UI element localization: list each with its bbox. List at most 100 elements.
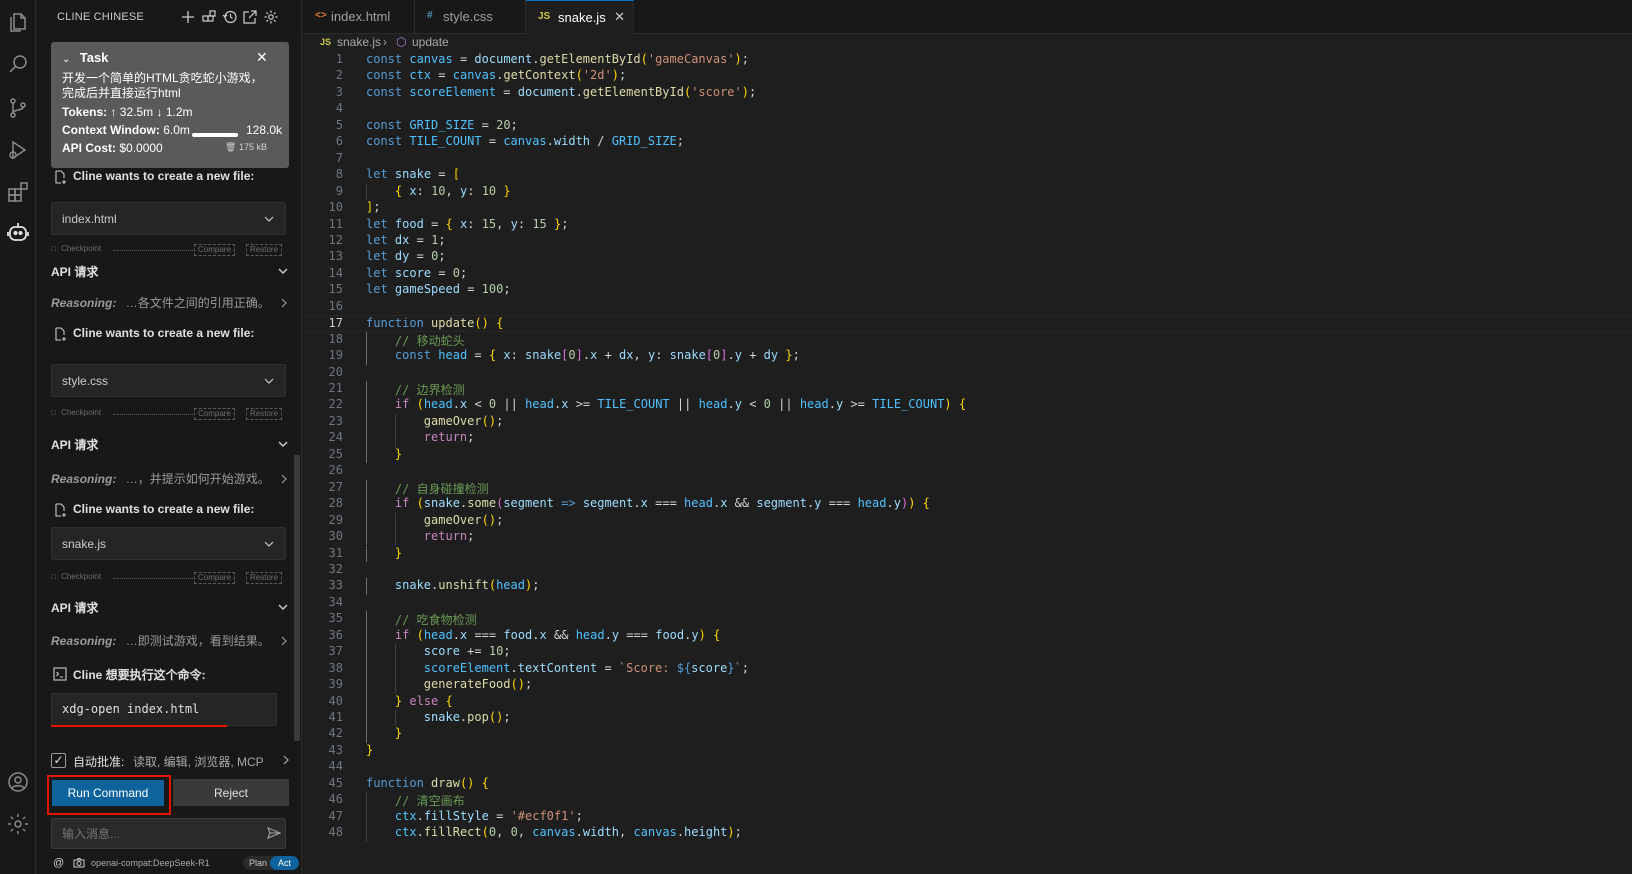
code-line[interactable]: 13 let dy = 0; [303,249,1632,266]
code-line[interactable]: 17 function update() { [303,315,1632,333]
search-icon[interactable] [6,52,30,76]
settings-gear-icon[interactable] [6,812,30,836]
code-line[interactable]: 11 let food = { x: 15, y: 15 }; [303,217,1632,234]
code-line[interactable]: 24 return; [303,430,1632,447]
code-line[interactable]: 15 let gameSpeed = 100; [303,282,1632,299]
api-request-row[interactable]: API 请求 [51,263,289,281]
send-icon[interactable] [266,826,282,840]
restore-button[interactable]: Restore [246,244,283,256]
code-line[interactable]: 23 gameOver(); [303,414,1632,431]
tab-index-html[interactable]: <> index.html [303,0,415,34]
sidebar-scrollbar[interactable] [294,455,300,741]
settings-icon[interactable] [263,9,279,25]
code-line[interactable]: 26 [303,463,1632,480]
code-line[interactable]: 3 const scoreElement = document.getElemen… [303,85,1632,102]
act-option[interactable]: Act [270,856,299,870]
camera-icon[interactable] [73,857,85,869]
code-editor[interactable]: 1 const canvas = document.getElementById(… [303,52,1632,874]
code-line[interactable]: 30 return; [303,529,1632,546]
code-line[interactable]: 38 scoreElement.textContent = `Score: ${… [303,661,1632,678]
chevron-down-icon[interactable]: ⌄ [62,54,70,65]
code-line[interactable]: 6 const TILE_COUNT = canvas.width / GRID_… [303,134,1632,151]
code-line[interactable]: 4 [303,101,1632,118]
account-icon[interactable] [6,770,30,794]
code-line[interactable]: 44 [303,759,1632,776]
code-line[interactable]: 1 const canvas = document.getElementById(… [303,52,1632,69]
restore-button[interactable]: Restore [246,572,283,584]
code-line[interactable]: 12 let dx = 1; [303,233,1632,250]
task-header[interactable]: ⌄ Task [62,50,108,65]
chevron-right-icon[interactable] [279,473,289,484]
code-line[interactable]: 2 const ctx = canvas.getContext('2d'); [303,68,1632,85]
code-line[interactable]: 7 [303,151,1632,168]
code-line[interactable]: 10]; [303,200,1632,217]
tab-snake-js[interactable]: JS snake.js ✕ [526,0,634,34]
file-box-style-css[interactable]: style.css [51,364,286,397]
explorer-icon[interactable] [6,10,30,34]
source-control-icon[interactable] [6,96,30,120]
code-line[interactable]: 19 const head = { x: snake[0].x + dx, y:… [303,348,1632,365]
restore-button[interactable]: Restore [246,408,283,420]
message-input[interactable] [51,818,286,849]
code-line[interactable]: 8 let snake = [ [303,167,1632,184]
trash-icon[interactable]: 🗑 [225,142,236,152]
code-line[interactable]: 18 // 移动蛇头 [303,332,1632,349]
api-request-row[interactable]: API 请求 [51,599,289,617]
chevron-right-icon[interactable] [281,754,291,765]
cline-robot-icon[interactable] [6,220,30,244]
breadcrumb-file[interactable]: snake.js [337,35,381,49]
code-line[interactable]: 28 if (snake.some(segment => segment.x =… [303,496,1632,513]
close-tab-icon[interactable]: ✕ [614,9,625,25]
task-size[interactable]: 🗑 175 kB [225,142,267,153]
code-line[interactable]: 33 snake.unshift(head); [303,578,1632,595]
model-selector[interactable]: openai-compat:DeepSeek-R1 [91,858,210,868]
history-icon[interactable] [222,9,238,25]
chevron-down-icon[interactable] [263,538,275,550]
chevron-right-icon[interactable] [279,635,289,646]
code-line[interactable]: 37 score += 10; [303,644,1632,661]
compare-button[interactable]: Compare [194,408,235,420]
file-box-snake-js[interactable]: snake.js [51,527,286,560]
reasoning-row[interactable]: Reasoning: …，并提示如何开始游戏。 [51,470,289,488]
code-line[interactable]: 40 } else { [303,694,1632,711]
run-debug-icon[interactable] [6,138,30,162]
auto-approve-row[interactable]: ✓ 自动批准: 读取, 编辑, 浏览器, MCP [51,752,289,770]
reject-button[interactable]: Reject [173,779,289,806]
code-line[interactable]: 41 snake.pop(); [303,710,1632,727]
code-line[interactable]: 42 } [303,726,1632,743]
reasoning-row[interactable]: Reasoning: …即测试游戏，看到结果。 [51,632,289,650]
code-line[interactable]: 16 [303,299,1632,316]
code-line[interactable]: 36 if (head.x === food.x && head.y === f… [303,628,1632,645]
code-line[interactable]: 35 // 吃食物检测 [303,611,1632,628]
auto-approve-checkbox[interactable]: ✓ [51,753,66,768]
code-line[interactable]: 39 generateFood(); [303,677,1632,694]
chevron-down-icon[interactable] [263,375,275,387]
code-line[interactable]: 46 // 清空画布 [303,792,1632,809]
chevron-right-icon[interactable] [279,297,289,308]
code-line[interactable]: 32 [303,562,1632,579]
mcp-servers-icon[interactable] [201,9,217,25]
compare-button[interactable]: Compare [194,244,235,256]
code-line[interactable]: 47 ctx.fillStyle = '#ecf0f1'; [303,809,1632,826]
breadcrumb-symbol[interactable]: update [412,35,449,49]
mention-at-icon[interactable]: @ [53,857,64,869]
code-line[interactable]: 20 [303,365,1632,382]
plan-option[interactable]: Plan [249,858,267,868]
code-line[interactable]: 31 } [303,546,1632,563]
api-request-row[interactable]: API 请求 [51,436,289,454]
extensions-icon[interactable] [6,180,30,204]
compare-button[interactable]: Compare [194,572,235,584]
tab-style-css[interactable]: # style.css [415,0,526,34]
chevron-down-icon[interactable] [277,265,289,277]
code-line[interactable]: 48 ctx.fillRect(0, 0, canvas.width, canv… [303,825,1632,842]
code-line[interactable]: 43} [303,743,1632,760]
chevron-down-icon[interactable] [277,438,289,450]
chevron-down-icon[interactable] [263,213,275,225]
run-command-button[interactable]: Run Command [52,780,164,806]
code-line[interactable]: 29 gameOver(); [303,513,1632,530]
code-line[interactable]: 45 function draw() { [303,776,1632,793]
plan-act-toggle[interactable]: Plan Act [243,856,299,870]
code-line[interactable]: 21 // 边界检测 [303,381,1632,398]
chevron-down-icon[interactable] [277,601,289,613]
code-line[interactable]: 34 [303,595,1632,612]
